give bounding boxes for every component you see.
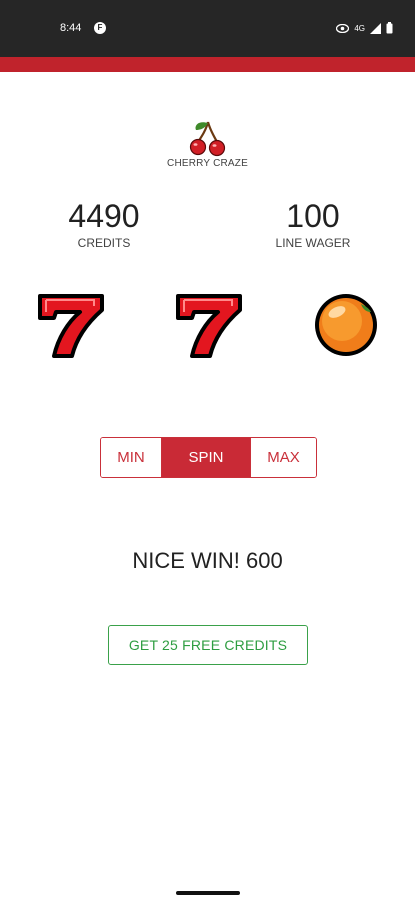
line-wager-value: 100 [286,198,340,234]
signal-icon [370,22,381,34]
free-credits-button[interactable]: GET 25 FREE CREDITS [108,625,308,665]
app-notification-icon: F [94,22,106,34]
spin-button[interactable]: SPIN [162,438,250,477]
credits-value: 4490 [68,198,140,234]
battery-icon [386,22,393,34]
status-time: 8:44 [60,22,82,34]
credits-label: CREDITS [77,236,131,250]
win-message: NICE WIN! 600 [132,548,283,573]
status-icons: 4G [336,20,393,36]
status-bar: 8:44 F 4G [0,0,415,57]
reel-2-seven-icon [172,290,246,360]
app-bar [0,57,415,72]
bet-controls: MIN SPIN MAX [100,437,317,478]
min-button[interactable]: MIN [101,438,162,477]
credits-stat: 4490 CREDITS [34,196,174,250]
gesture-nav-handle[interactable] [176,891,240,895]
app-name: CHERRY CRAZE [167,158,248,169]
reel-1-seven-icon [34,290,108,360]
line-wager-stat: 100 LINE WAGER [243,196,383,250]
cherry-icon [186,118,230,158]
reel-3-orange-icon [309,290,383,360]
max-button[interactable]: MAX [250,438,316,477]
network-type: 4G [354,23,365,33]
eye-icon [336,23,350,33]
line-wager-label: LINE WAGER [275,236,351,250]
